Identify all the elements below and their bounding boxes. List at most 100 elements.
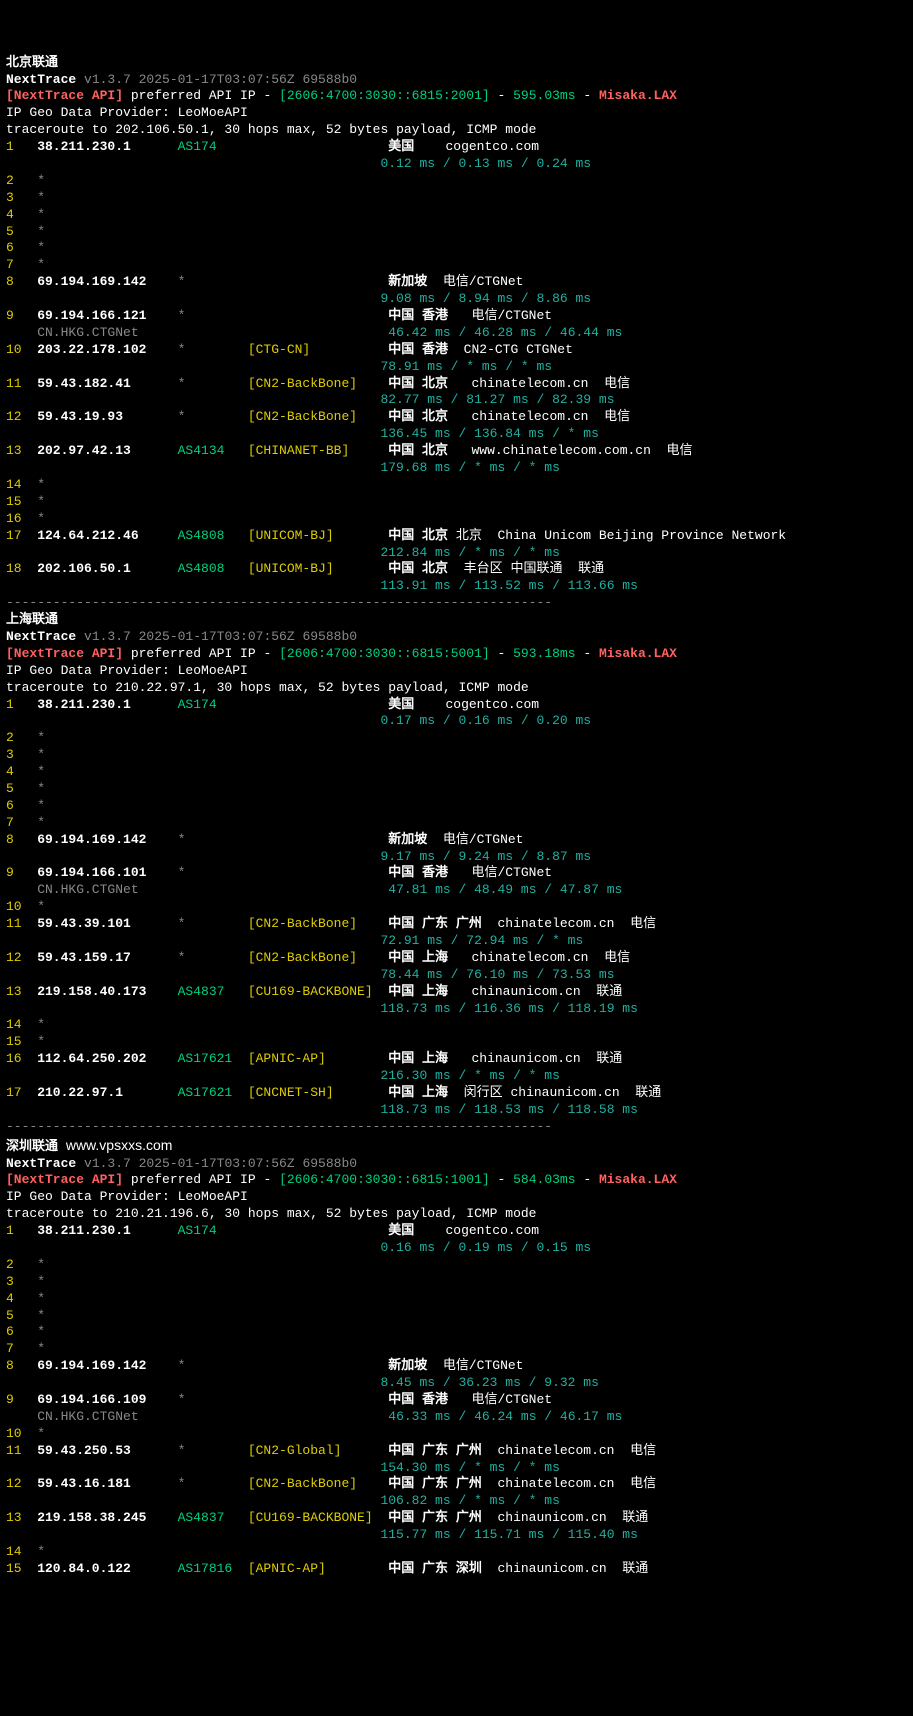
divider-row: ----------------------------------------…: [6, 1119, 907, 1136]
hop-tag: [CHINANET-BB]: [248, 443, 388, 460]
hop-as: *: [178, 308, 248, 325]
hop-extra: 北京 China Unicom Beijing Province Network: [448, 528, 786, 543]
hop-as: AS4808: [178, 528, 248, 545]
traceroute-row: traceroute to 210.22.97.1, 30 hops max, …: [6, 680, 907, 697]
hop-as: *: [178, 916, 248, 933]
hop-row: 11 59.43.182.41 *[CN2-BackBone]中国 北京 chi…: [6, 376, 907, 393]
hop-rtt-row: 118.73 ms / 118.53 ms / 118.58 ms: [6, 1102, 907, 1119]
hop-star: *: [37, 1291, 45, 1306]
hop-row: 18 202.106.50.1 AS4808[UNICOM-BJ]中国 北京 丰…: [6, 561, 907, 578]
hop-row: 13 219.158.40.173 AS4837[CU169-BACKBONE]…: [6, 984, 907, 1001]
hop-ip: 120.84.0.122: [37, 1561, 170, 1578]
hop-location: 中国 上海: [388, 984, 448, 999]
hop-ip: 38.211.230.1: [37, 1223, 170, 1240]
hop-tag: [CN2-BackBone]: [248, 376, 388, 393]
hop-row: 1 38.211.230.1 AS174美国 cogentco.com: [6, 697, 907, 714]
hop-row: 15 *: [6, 494, 907, 511]
hop-rtt-row: 9.17 ms / 9.24 ms / 8.87 ms: [6, 849, 907, 866]
hop-row: 8 69.194.169.142 *新加坡 电信/CTGNet: [6, 274, 907, 291]
hop-extra: 电信/CTGNet: [448, 308, 552, 323]
api-ip: [2606:4700:3030::6815:2001]: [279, 88, 490, 103]
hop-ip: 112.64.250.202: [37, 1051, 170, 1068]
hop-row: 9 69.194.166.109 *中国 香港 电信/CTGNet: [6, 1392, 907, 1409]
hop-extra: chinaunicom.cn 联通: [482, 1510, 648, 1525]
api-rtt: 595.03ms: [513, 88, 575, 103]
hop-ip: 69.194.166.121: [37, 308, 170, 325]
hop-row: 10 *: [6, 1426, 907, 1443]
hop-star: *: [37, 240, 45, 255]
hop-number: 9: [6, 308, 22, 325]
hop-ip: 202.97.42.13: [37, 443, 170, 460]
hop-row: 12 59.43.19.93 *[CN2-BackBone]中国 北京 chin…: [6, 409, 907, 426]
hop-ip: 59.43.39.101: [37, 916, 170, 933]
hop-tag: [UNICOM-BJ]: [248, 561, 388, 578]
hop-rtt-row: 115.77 ms / 115.71 ms / 115.40 ms: [6, 1527, 907, 1544]
hop-row: 7 *: [6, 257, 907, 274]
hop-number: 15: [6, 1034, 22, 1051]
hop-number: 18: [6, 561, 22, 578]
hop-star: *: [37, 1034, 45, 1049]
hop-ip: 59.43.250.53: [37, 1443, 170, 1460]
hop-row: 5 *: [6, 224, 907, 241]
hop-extra: chinatelecom.cn 电信: [482, 1476, 656, 1491]
title-text: 深圳联通: [6, 1139, 58, 1154]
hop-extra: chinaunicom.cn 联通: [448, 984, 622, 999]
hop-extra: chinatelecom.cn 电信: [448, 409, 630, 424]
hop-rtt-row: 154.30 ms / * ms / * ms: [6, 1460, 907, 1477]
hop-extra: chinatelecom.cn 电信: [482, 1443, 656, 1458]
hop-row: 2 *: [6, 1257, 907, 1274]
hop-as: *: [178, 376, 248, 393]
hop-number: 9: [6, 1392, 22, 1409]
hop-location: 新加坡: [388, 274, 427, 289]
hop-location: 中国 上海: [388, 950, 448, 965]
hop-location: 中国 北京: [388, 409, 448, 424]
hop-row: 17 124.64.212.46 AS4808[UNICOM-BJ]中国 北京 …: [6, 528, 907, 545]
hop-number: 5: [6, 781, 22, 798]
hop-number: 4: [6, 207, 22, 224]
hop-rtt-row: 113.91 ms / 113.52 ms / 113.66 ms: [6, 578, 907, 595]
hop-ip: 59.43.19.93: [37, 409, 170, 426]
hop-row: 4 *: [6, 207, 907, 224]
hop-number: 3: [6, 747, 22, 764]
hop-ip: 124.64.212.46: [37, 528, 170, 545]
hop-ip: 38.211.230.1: [37, 697, 170, 714]
hop-extra: chinatelecom.cn 电信: [482, 916, 656, 931]
hop-as: AS174: [178, 1223, 248, 1240]
section-title: 北京联通: [6, 55, 907, 72]
hop-number: 10: [6, 899, 22, 916]
hop-tag: [CN2-BackBone]: [248, 1476, 388, 1493]
hop-location: 中国 香港: [388, 308, 448, 323]
section-title: 上海联通: [6, 612, 907, 629]
hop-rtt-row: 179.68 ms / * ms / * ms: [6, 460, 907, 477]
hop-rtt: 113.91 ms / 113.52 ms / 113.66 ms: [380, 578, 637, 593]
hop-rtt-row: 0.16 ms / 0.19 ms / 0.15 ms: [6, 1240, 907, 1257]
hop-extra: 电信/CTGNet: [427, 832, 523, 847]
terminal-output: 北京联通 NextTrace v1.3.7 2025-01-17T03:07:56…: [6, 55, 907, 1578]
hop-number: 17: [6, 528, 22, 545]
hop-as: *: [178, 865, 248, 882]
hop-rtt: 78.44 ms / 76.10 ms / 73.53 ms: [380, 967, 614, 982]
hop-subrow: CN.HKG.CTGNet 46.42 ms / 46.28 ms / 46.4…: [6, 325, 907, 342]
hop-number: 10: [6, 342, 22, 359]
api-rtt: 593.18ms: [513, 646, 575, 661]
hop-subrow: CN.HKG.CTGNet 47.81 ms / 48.49 ms / 47.8…: [6, 882, 907, 899]
hop-rtt: 106.82 ms / * ms / * ms: [380, 1493, 559, 1508]
hop-ip: 59.43.182.41: [37, 376, 170, 393]
divider: ----------------------------------------…: [6, 595, 552, 610]
hop-row: 4 *: [6, 1291, 907, 1308]
traceroute-row: traceroute to 210.21.196.6, 30 hops max,…: [6, 1206, 907, 1223]
hop-star: *: [37, 764, 45, 779]
traceroute-cmd: traceroute to 202.106.50.1, 30 hops max,…: [6, 122, 537, 137]
api-row: [NextTrace API] preferred API IP - [2606…: [6, 646, 907, 663]
nexttrace-row: NextTrace v1.3.7 2025-01-17T03:07:56Z 69…: [6, 1156, 907, 1173]
hop-number: 6: [6, 240, 22, 257]
hop-extra: cogentco.com: [414, 139, 539, 154]
hop-star: *: [37, 494, 45, 509]
title-text: 北京联通: [6, 55, 58, 70]
hop-ip: 59.43.159.17: [37, 950, 170, 967]
hop-row: 6 *: [6, 1324, 907, 1341]
hop-rtt-row: 0.12 ms / 0.13 ms / 0.24 ms: [6, 156, 907, 173]
hop-rtt-row: 78.91 ms / * ms / * ms: [6, 359, 907, 376]
hop-row: 13 219.158.38.245 AS4837[CU169-BACKBONE]…: [6, 1510, 907, 1527]
hop-rtt: 118.73 ms / 116.36 ms / 118.19 ms: [380, 1001, 637, 1016]
